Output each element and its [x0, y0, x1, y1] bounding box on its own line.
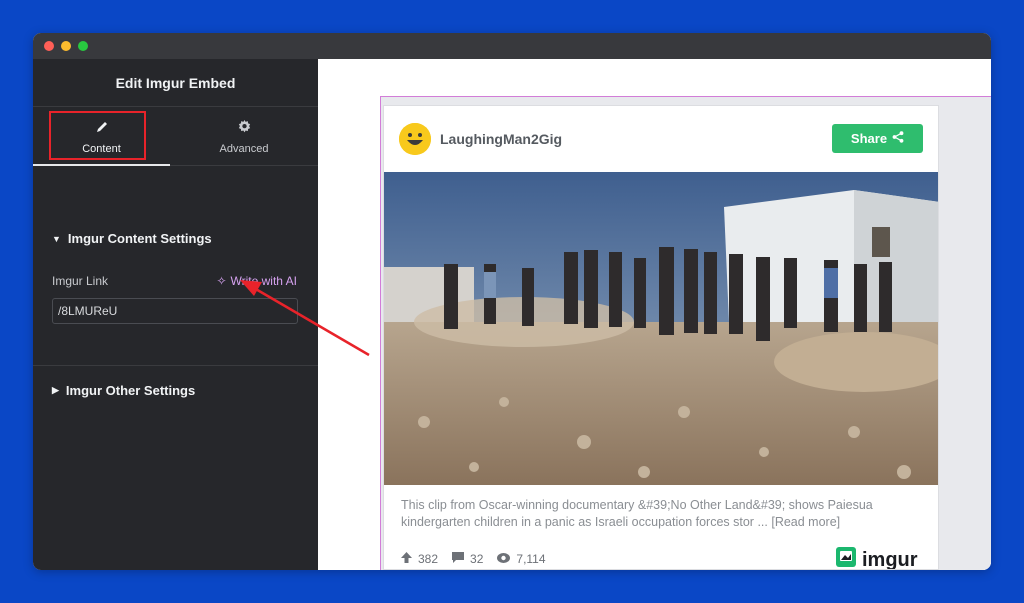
imgur-logo-text: imgur: [862, 548, 918, 570]
sparkle-icon: ✧: [216, 274, 227, 288]
share-label: Share: [850, 131, 888, 146]
share-button[interactable]: Share: [832, 124, 923, 153]
gear-icon: [237, 119, 252, 135]
comment-count: 32: [470, 552, 484, 566]
card-header: LaughingMan2Gig Share: [384, 106, 938, 172]
view-stat: 7,114: [497, 552, 546, 566]
username[interactable]: LaughingMan2Gig: [440, 131, 562, 147]
imgur-embed-card: LaughingMan2Gig Share This clip from Osc…: [383, 105, 939, 570]
comment-stat[interactable]: 32: [452, 552, 483, 566]
panel-title: Edit Imgur Embed: [33, 59, 318, 107]
caret-right-icon: ▶: [52, 385, 59, 395]
tab-content-label: Content: [82, 142, 121, 155]
window-titlebar: [33, 33, 991, 59]
section-other-settings[interactable]: ▶ Imgur Other Settings: [52, 383, 195, 398]
maximize-window-button[interactable]: [78, 41, 88, 51]
imgur-link-label: Imgur Link: [52, 274, 109, 288]
upvote-stat[interactable]: 382: [401, 552, 438, 566]
section-content-settings[interactable]: ▼ Imgur Content Settings: [52, 231, 212, 246]
write-with-ai-label: Write with AI: [230, 274, 297, 288]
tab-advanced[interactable]: Advanced: [170, 107, 318, 166]
upvote-arrow-icon: [401, 552, 412, 566]
comment-icon: [452, 552, 465, 566]
minimize-window-button[interactable]: [61, 41, 71, 51]
section-content-settings-label: Imgur Content Settings: [67, 231, 212, 246]
post-stats: 382 32 7,114: [401, 552, 546, 566]
imgur-link-input[interactable]: [52, 298, 298, 324]
caret-down-icon: ▼: [52, 233, 61, 244]
browser-window: Edit Imgur Embed Content Advanced ▼ Imgu…: [33, 33, 991, 570]
video-thumbnail[interactable]: [384, 172, 938, 485]
pencil-icon: [95, 119, 109, 135]
share-icon: [892, 131, 904, 146]
upvote-count: 382: [418, 552, 439, 566]
close-window-button[interactable]: [44, 41, 54, 51]
imgur-badge-icon: [836, 547, 856, 569]
editor-sidebar: Edit Imgur Embed Content Advanced ▼ Imgu…: [33, 59, 318, 570]
imgur-logo[interactable]: imgur: [836, 547, 918, 570]
tab-advanced-label: Advanced: [219, 142, 269, 155]
smiley-avatar: [399, 123, 431, 155]
view-count: 7,114: [516, 552, 546, 566]
tab-content[interactable]: Content: [33, 107, 170, 166]
eye-icon: [497, 552, 511, 566]
preview-area: LaughingMan2Gig Share This clip from Osc…: [318, 59, 991, 570]
write-with-ai-button[interactable]: ✧ Write with AI: [216, 274, 297, 288]
section-other-settings-label: Imgur Other Settings: [65, 383, 196, 398]
post-caption: This clip from Oscar-winning documentary…: [401, 497, 926, 531]
panel-tabs: Content Advanced: [33, 107, 318, 166]
section-divider: [33, 365, 318, 366]
read-more-link[interactable]: [Read more]: [771, 515, 840, 529]
active-tab-indicator: [33, 164, 170, 166]
